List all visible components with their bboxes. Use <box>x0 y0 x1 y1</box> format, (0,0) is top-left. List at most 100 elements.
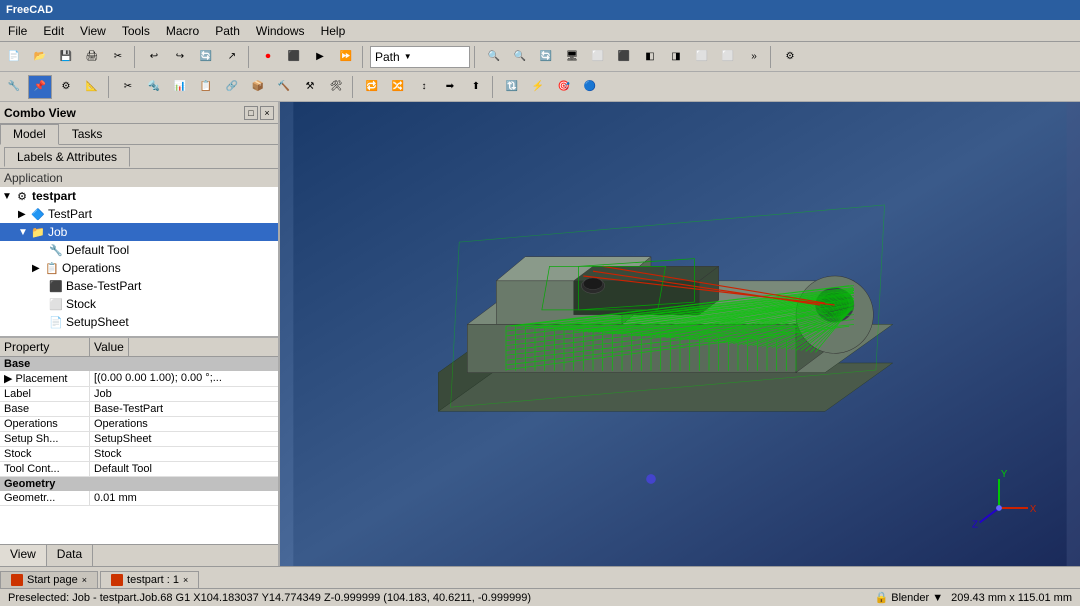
data-tab[interactable]: Data <box>47 545 93 566</box>
view-rotate-btn[interactable]: 🔄 <box>534 45 558 69</box>
more-btn[interactable]: » <box>742 45 766 69</box>
testpart-tab-close[interactable]: × <box>183 575 188 585</box>
play-btn[interactable]: ▶ <box>308 45 332 69</box>
tb2-btn14[interactable]: 🔁 <box>360 75 384 99</box>
tab-tasks[interactable]: Tasks <box>59 124 116 144</box>
open-btn[interactable]: 📂 <box>28 45 52 69</box>
tab-model[interactable]: Model <box>0 124 59 145</box>
tb2-btn1[interactable]: 🔧 <box>2 75 26 99</box>
new-btn[interactable]: 📄 <box>2 45 26 69</box>
tb2-btn21[interactable]: 🎯 <box>552 75 576 99</box>
menu-item-path[interactable]: Path <box>207 22 248 40</box>
tb2-btn9[interactable]: 🔗 <box>220 75 244 99</box>
viewport[interactable]: X Y Z <box>280 102 1080 566</box>
view-right-btn[interactable]: ◨ <box>664 45 688 69</box>
path-dropdown[interactable]: Path <box>370 46 470 68</box>
tb2-btn16[interactable]: ↕ <box>412 75 436 99</box>
tree-item-testpart-child[interactable]: ▶ 🔷 TestPart <box>0 205 278 223</box>
tree-item-base[interactable]: ⬛ Base-TestPart <box>0 277 278 295</box>
testpart-tab-icon <box>111 574 123 586</box>
menu-item-view[interactable]: View <box>72 22 114 40</box>
tb2-btn17[interactable]: ➡ <box>438 75 462 99</box>
menu-item-windows[interactable]: Windows <box>248 22 313 40</box>
tree-item-testpart[interactable]: ▼ ⚙ testpart <box>0 187 278 205</box>
tb2-btn4[interactable]: 📐 <box>80 75 104 99</box>
prop-name-stock: Stock <box>0 447 90 461</box>
refresh-btn[interactable]: 🔄 <box>194 45 218 69</box>
tb2-btn12[interactable]: ⚒ <box>298 75 322 99</box>
prop-row-stock[interactable]: Stock Stock <box>0 447 278 462</box>
view-top-btn[interactable]: ⬜ <box>690 45 714 69</box>
view-3d-btn[interactable]: 🖥 <box>560 45 584 69</box>
tb2-btn5[interactable]: ✂ <box>116 75 140 99</box>
zoom-in-btn[interactable]: 🔍 <box>508 45 532 69</box>
combo-float-btn[interactable]: □ <box>244 106 258 120</box>
cut-btn[interactable]: ✂ <box>106 45 130 69</box>
tb2-btn22[interactable]: 🔵 <box>578 75 602 99</box>
view-back-btn[interactable]: ⬛ <box>612 45 636 69</box>
tb2-btn20[interactable]: ⚡ <box>526 75 550 99</box>
tb2-btn13[interactable]: 🛠 <box>324 75 348 99</box>
menu-item-edit[interactable]: Edit <box>35 22 72 40</box>
tree-item-stock[interactable]: ⬜ Stock <box>0 295 278 313</box>
record-btn[interactable]: ⏺ <box>256 45 280 69</box>
prop-value-setupsh: SetupSheet <box>90 432 278 446</box>
tb2-btn2[interactable]: 📌 <box>28 75 52 99</box>
redo-btn[interactable]: ↪ <box>168 45 192 69</box>
labels-attributes-tab[interactable]: Labels & Attributes <box>4 147 130 167</box>
view-bottom-btn[interactable]: ⬜ <box>716 45 740 69</box>
tree-arrow-testpart: ▼ <box>2 191 14 202</box>
sep3 <box>362 46 366 68</box>
tb2-btn19[interactable]: 🔃 <box>500 75 524 99</box>
config-btn[interactable]: ⚙ <box>778 45 802 69</box>
prop-name-operations: Operations <box>0 417 90 431</box>
prop-row-base[interactable]: Base Base-TestPart <box>0 402 278 417</box>
print-btn[interactable]: 🖨 <box>80 45 104 69</box>
tb2-btn3[interactable]: ⚙ <box>54 75 78 99</box>
view-tab[interactable]: View <box>0 545 47 566</box>
titlebar: FreeCAD <box>0 0 1080 20</box>
prop-row-setupsh[interactable]: Setup Sh... SetupSheet <box>0 432 278 447</box>
prop-value-base: Base-TestPart <box>90 402 278 416</box>
tree-item-job[interactable]: ▼ 📁 Job <box>0 223 278 241</box>
menu-item-macro[interactable]: Macro <box>158 22 207 40</box>
menu-item-tools[interactable]: Tools <box>114 22 158 40</box>
prop-row-toolcont[interactable]: Tool Cont... Default Tool <box>0 462 278 477</box>
tb2-btn10[interactable]: 📦 <box>246 75 270 99</box>
menu-item-help[interactable]: Help <box>313 22 354 40</box>
prop-col-value: Value <box>90 338 129 356</box>
tb2-btn8[interactable]: 📋 <box>194 75 218 99</box>
prop-row-operations[interactable]: Operations Operations <box>0 417 278 432</box>
save-btn[interactable]: 💾 <box>54 45 78 69</box>
combo-view-header: Combo View □ × <box>0 102 278 124</box>
tb2-btn7[interactable]: 📊 <box>168 75 192 99</box>
prop-row-label[interactable]: Label Job <box>0 387 278 402</box>
prop-row-geometry[interactable]: Geometr... 0.01 mm <box>0 491 278 506</box>
tree-label-base: Base-TestPart <box>66 279 141 293</box>
undo-btn[interactable]: ↩ <box>142 45 166 69</box>
start-page-close[interactable]: × <box>82 575 87 585</box>
prop-row-placement[interactable]: ▶ Placement [(0.00 0.00 1.00); 0.00 °;..… <box>0 371 278 387</box>
testpart-tab[interactable]: testpart : 1 × <box>100 571 199 588</box>
combo-close-btn[interactable]: × <box>260 106 274 120</box>
path-dropdown-label: Path <box>375 50 400 64</box>
start-page-tab[interactable]: Start page × <box>0 571 98 588</box>
zoom-fit-btn[interactable]: 🔍 <box>482 45 506 69</box>
prop-name-geometry: Geometr... <box>0 491 90 505</box>
tree-section: Application ▼ ⚙ testpart ▶ 🔷 TestPart ▼ … <box>0 169 278 336</box>
tree-item-defaulttool[interactable]: 🔧 Default Tool <box>0 241 278 259</box>
tb2-btn6[interactable]: 🔩 <box>142 75 166 99</box>
tb2-btn18[interactable]: ⬆ <box>464 75 488 99</box>
view-left-btn[interactable]: ◧ <box>638 45 662 69</box>
tree-item-setupsheet[interactable]: 📄 SetupSheet <box>0 313 278 331</box>
view-front-btn[interactable]: ⬜ <box>586 45 610 69</box>
tree-label-testpart-child: TestPart <box>48 207 92 221</box>
fastforward-btn[interactable]: ⏩ <box>334 45 358 69</box>
prop-section-base: Base <box>0 357 278 371</box>
tree-item-operations[interactable]: ▶ 📋 Operations <box>0 259 278 277</box>
tb2-btn15[interactable]: 🔀 <box>386 75 410 99</box>
pointer-btn[interactable]: ↗ <box>220 45 244 69</box>
menu-item-file[interactable]: File <box>0 22 35 40</box>
tb2-btn11[interactable]: 🔨 <box>272 75 296 99</box>
stop-btn[interactable]: ⬛ <box>282 45 306 69</box>
